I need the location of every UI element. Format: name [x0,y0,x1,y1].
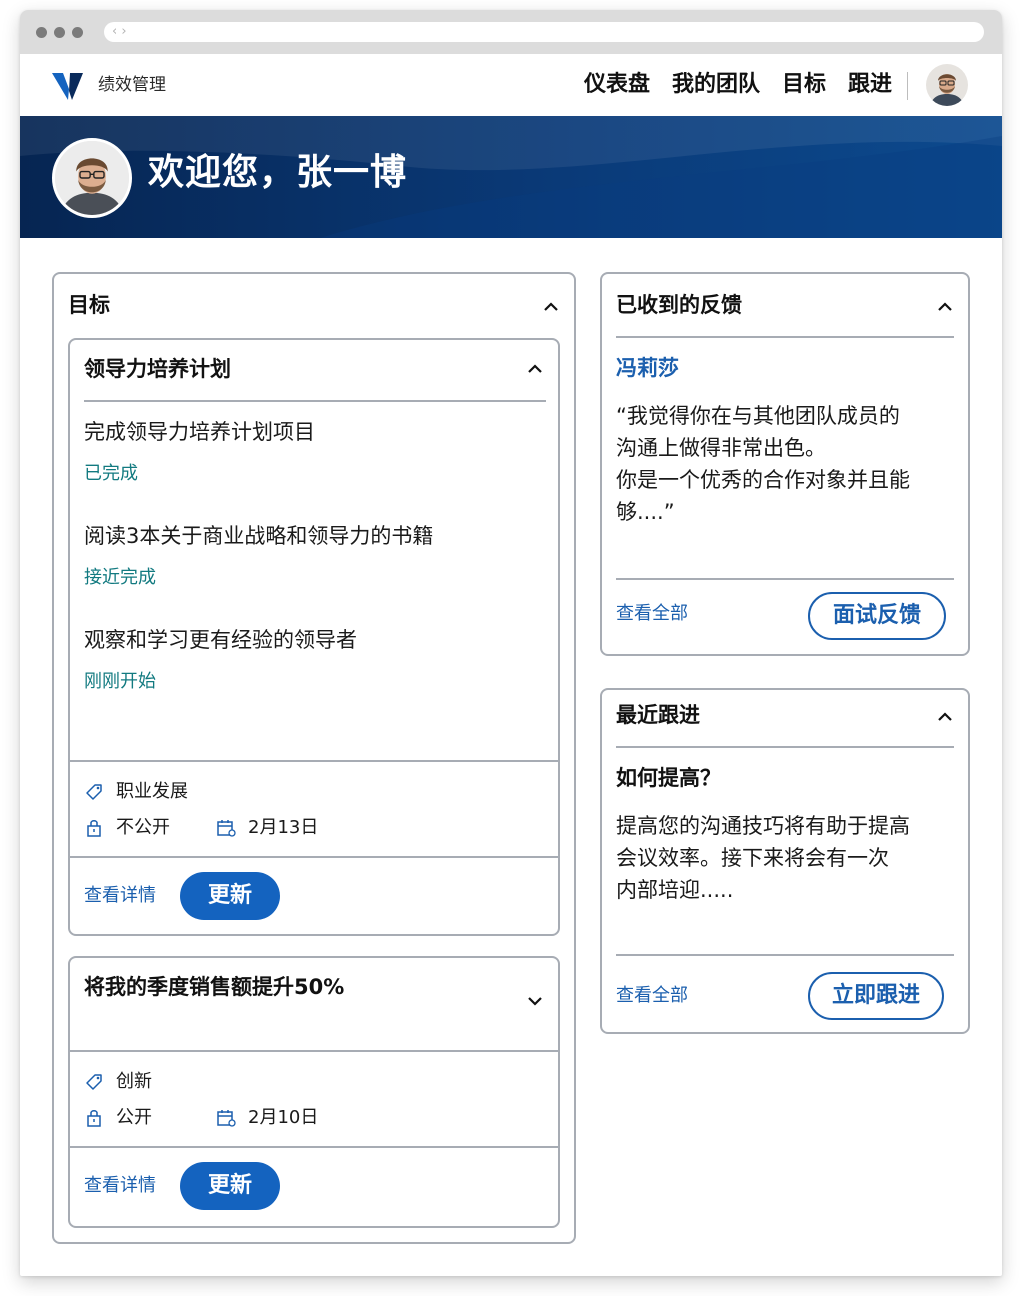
tag-icon [86,784,102,800]
feedback-panel: 已收到的反馈 冯莉莎 “我觉得你在与其他团队成员的 沟通上做得非常出色。 你是一… [600,272,970,656]
welcome-banner: 欢迎您，张一博 [20,116,1002,238]
goals-panel-title: 目标 [68,293,110,317]
window-dot-icon[interactable] [54,27,65,38]
lock-icon [87,820,101,837]
goal-card: 领导力培养计划 完成领导力培养计划项目 已完成 阅读3本关于商业战略和领导力的书… [68,338,560,936]
app-name: 绩效管理 [98,75,166,95]
category-label: 职业发展 [116,781,188,802]
calendar-icon [217,1110,236,1127]
main-nav: 仪表盘 我的团队 目标 跟进 [584,69,892,101]
nav-item-followup[interactable]: 跟进 [848,69,892,101]
divider [84,400,546,402]
chevron-up-icon[interactable] [542,298,560,316]
calendar-icon [217,820,236,837]
browser-window: ‹ › 绩效管理 仪表盘 我的团队 目标 跟进 欢迎您，张一博 目标 领导力培养… [20,10,1002,1276]
feedback-text: “我觉得你在与其他团队成员的 沟通上做得非常出色。 你是一个优秀的合作对象并且能… [616,404,910,524]
goal-task: 完成领导力培养计划项目 已完成 [84,418,315,486]
goal-visibility: 公开 [84,1106,152,1130]
status-badge: 刚刚开始 [84,671,156,692]
goal-task: 观察和学习更有经验的领导者 刚刚开始 [84,626,357,694]
view-details-link[interactable]: 查看详情 [84,1174,156,1198]
lock-icon [87,1110,101,1127]
goal-title: 领导力培养计划 [84,357,231,381]
goal-date: 2月13日 [216,816,318,840]
chevron-up-icon[interactable] [936,708,954,726]
update-button[interactable]: 更新 [180,1162,280,1210]
chevron-up-icon[interactable] [936,298,954,316]
divider [70,760,558,762]
goal-visibility: 不公开 [84,816,170,840]
task-text: 完成领导力培养计划项目 [84,420,315,444]
followup-question: 如何提高？ [616,766,721,790]
goal-task: 阅读3本关于商业战略和领导力的书籍 接近完成 [84,522,433,590]
address-bar[interactable]: ‹ › [104,22,984,42]
goal-date: 2月10日 [216,1106,318,1130]
divider [616,954,954,956]
nav-arrows-icon[interactable]: ‹ › [112,22,127,42]
status-badge: 接近完成 [84,567,156,588]
category-label: 创新 [116,1071,152,1092]
browser-chrome: ‹ › [20,10,1002,54]
view-all-link[interactable]: 查看全部 [616,602,688,626]
divider [616,336,954,338]
date-label: 2月10日 [248,1107,319,1128]
chevron-up-icon[interactable] [526,360,544,378]
date-label: 2月13日 [248,817,319,838]
chevron-down-icon[interactable] [526,992,544,1010]
avatar[interactable] [52,138,132,218]
welcome-title: 欢迎您，张一博 [148,152,408,193]
divider [70,856,558,858]
visibility-label: 公开 [116,1107,152,1128]
goals-panel: 目标 领导力培养计划 完成领导力培养计划项目 已完成 阅读3本关于商业战略和领导… [52,272,576,1244]
logo-icon[interactable] [50,70,86,102]
feedback-sender[interactable]: 冯莉莎 [616,354,679,382]
followup-panel-title: 最近跟进 [616,703,700,727]
followup-text: 提高您的沟通技巧将有助于提高 会议效率。接下来将会有一次 内部培迎..... [616,814,910,902]
nav-item-my-team[interactable]: 我的团队 [672,69,760,101]
divider [616,578,954,580]
feedback-panel-title: 已收到的反馈 [616,293,742,317]
view-details-link[interactable]: 查看详情 [84,884,156,908]
visibility-label: 不公开 [116,817,170,838]
follow-up-now-button[interactable]: 立即跟进 [808,972,944,1020]
task-text: 观察和学习更有经验的领导者 [84,628,357,652]
interview-feedback-button[interactable]: 面试反馈 [808,592,946,640]
window-dot-icon[interactable] [36,27,47,38]
nav-item-dashboard[interactable]: 仪表盘 [584,69,650,101]
top-navigation: 绩效管理 仪表盘 我的团队 目标 跟进 [20,54,1002,116]
view-all-link[interactable]: 查看全部 [616,984,688,1008]
nav-item-goals[interactable]: 目标 [782,69,826,101]
window-dot-icon[interactable] [72,27,83,38]
followup-panel: 最近跟进 如何提高？ 提高您的沟通技巧将有助于提高 会议效率。接下来将会有一次 … [600,688,970,1034]
update-button[interactable]: 更新 [180,872,280,920]
nav-divider [907,72,908,100]
divider [70,1146,558,1148]
task-text: 阅读3本关于商业战略和领导力的书籍 [84,524,434,548]
status-badge: 已完成 [84,463,138,484]
goal-category: 职业发展 [84,780,188,804]
goal-card: 将我的季度销售额提升50% 创新 公开 2月10日 查看详情 更新 [68,956,560,1228]
goal-title: 将我的季度销售额提升50% [84,975,345,999]
tag-icon [86,1074,102,1090]
divider [616,746,954,748]
divider [70,1050,558,1052]
goal-category: 创新 [84,1070,152,1094]
avatar[interactable] [926,64,968,106]
